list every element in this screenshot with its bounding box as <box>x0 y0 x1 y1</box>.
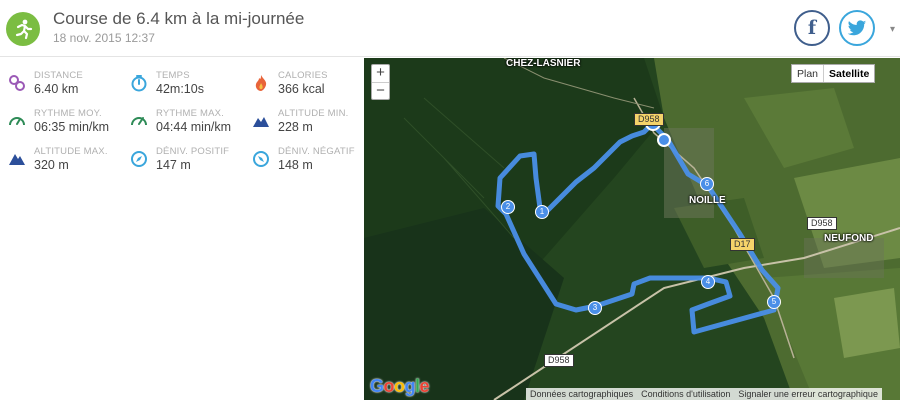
stat-label: CALORIES <box>278 70 328 81</box>
zoom-in-button[interactable]: + <box>372 65 389 82</box>
location-pin-icon[interactable] <box>657 133 671 147</box>
stat-max-altitude: ALTITUDE MAX. 320 m <box>8 144 128 180</box>
route-line <box>495 121 781 335</box>
place-label: NOILLE <box>689 195 726 206</box>
mountain-icon <box>9 154 25 165</box>
km-marker[interactable]: 3 <box>588 301 602 315</box>
google-logo: Google <box>370 376 430 396</box>
stat-label: RYTHME MOY. <box>34 108 102 119</box>
stat-min-altitude: ALTITUDE MIN. 228 m <box>252 106 372 142</box>
zoom-control: + − <box>371 64 390 100</box>
stat-value: 147 m <box>156 158 191 172</box>
stats-panel: DISTANCE 6.40 km TEMPS 42m:10s CALORIES … <box>0 58 364 400</box>
facebook-share-button[interactable]: f <box>794 10 830 46</box>
stat-value: 366 kcal <box>278 82 325 96</box>
gauge-icon <box>131 117 147 126</box>
terms-link[interactable]: Conditions d'utilisation <box>637 388 734 400</box>
stat-value: 228 m <box>278 120 313 134</box>
compass-icon <box>131 151 147 167</box>
stat-label: DÉNIV. POSITIF <box>156 146 230 157</box>
km-marker[interactable]: 2 <box>501 200 515 214</box>
twitter-icon <box>847 19 867 35</box>
stat-value: 42m:10s <box>156 82 204 96</box>
zoom-out-button[interactable]: − <box>372 82 389 99</box>
stopwatch-icon <box>131 75 147 92</box>
stat-label: DISTANCE <box>34 70 83 81</box>
km-marker[interactable]: 5 <box>767 295 781 309</box>
map-type-satellite-button[interactable]: Satellite <box>823 65 874 82</box>
stat-value: 06:35 min/km <box>34 120 110 134</box>
stat-distance: DISTANCE 6.40 km <box>8 68 128 104</box>
road-label: D17 <box>730 238 755 251</box>
flame-icon <box>255 75 267 91</box>
stat-label: DÉNIV. NÉGATIF <box>278 146 355 157</box>
road-label: D958 <box>634 113 664 126</box>
stat-label: RYTHME MAX. <box>156 108 225 119</box>
stat-avg-pace: RYTHME MOY. 06:35 min/km <box>8 106 128 142</box>
gauge-icon <box>9 117 25 126</box>
km-marker[interactable]: 6 <box>700 177 714 191</box>
stat-calories: CALORIES 366 kcal <box>252 68 372 104</box>
stat-max-pace: RYTHME MAX. 04:44 min/km <box>130 106 250 142</box>
chevron-down-icon[interactable]: ▾ <box>890 24 895 35</box>
map-type-control: Plan Satellite <box>791 64 876 83</box>
activity-date: 18 nov. 2015 12:37 <box>53 31 155 45</box>
place-label: NEUFOND <box>824 233 874 244</box>
place-label: CHEZ-LASNIER <box>506 58 581 69</box>
stat-label: TEMPS <box>156 70 190 81</box>
stat-elevation-loss: DÉNIV. NÉGATIF 148 m <box>252 144 372 180</box>
header: Course de 6.4 km à la mi-journée 18 nov.… <box>0 0 900 57</box>
report-error-link[interactable]: Signaler une erreur cartographique <box>734 388 882 400</box>
road-label: D958 <box>807 217 837 230</box>
stat-elevation-gain: DÉNIV. POSITIF 147 m <box>130 144 250 180</box>
stat-label: ALTITUDE MAX. <box>34 146 108 157</box>
route-map[interactable]: 1 2 3 4 5 6 CHEZ-LASNIER NOILLE NEUFOND … <box>364 58 900 400</box>
twitter-share-button[interactable] <box>839 10 875 46</box>
running-person-icon <box>6 12 40 46</box>
map-footer: Données cartographiques Conditions d'uti… <box>526 388 882 400</box>
map-type-plan-button[interactable]: Plan <box>792 65 823 82</box>
stat-value: 148 m <box>278 158 313 172</box>
stat-value: 04:44 min/km <box>156 120 232 134</box>
road-label: D958 <box>544 354 574 367</box>
facebook-icon: f <box>807 17 817 39</box>
stat-time: TEMPS 42m:10s <box>130 68 250 104</box>
stat-label: ALTITUDE MIN. <box>278 108 349 119</box>
activity-title: Course de 6.4 km à la mi-journée <box>53 9 305 28</box>
distance-icon <box>9 75 25 91</box>
compass-icon <box>253 151 269 167</box>
map-data-link[interactable]: Données cartographiques <box>526 388 637 400</box>
km-marker[interactable]: 1 <box>535 205 549 219</box>
stat-value: 320 m <box>34 158 69 172</box>
stat-value: 6.40 km <box>34 82 79 96</box>
km-marker[interactable]: 4 <box>701 275 715 289</box>
mountain-icon <box>253 117 269 127</box>
